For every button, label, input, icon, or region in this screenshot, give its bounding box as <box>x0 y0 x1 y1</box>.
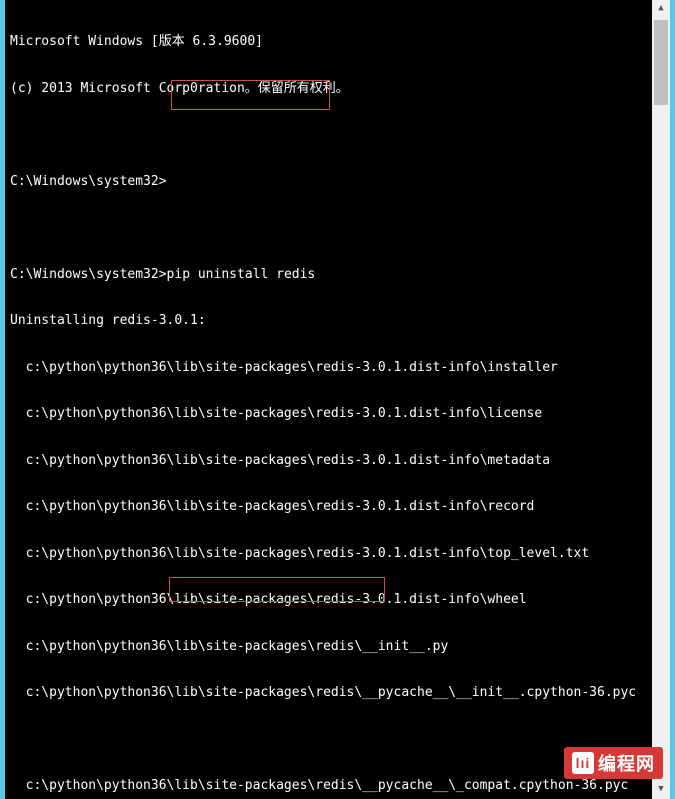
file-line: c:\python\python36\lib\site-packages\red… <box>10 639 665 655</box>
header-line-2: (c) 2013 Microsoft Corp0ration。保留所有权利。 <box>10 81 665 97</box>
watermark-text: 编程网 <box>598 750 655 776</box>
file-line: c:\python\python36\lib\site-packages\red… <box>10 406 665 422</box>
scrollbar-thumb[interactable] <box>654 20 668 105</box>
file-line: c:\python\python36\lib\site-packages\red… <box>10 499 665 515</box>
command-1: C:\Windows\system32>pip uninstall redis <box>10 267 665 283</box>
prompt-empty: C:\Windows\system32> <box>10 174 665 190</box>
terminal-window[interactable]: Microsoft Windows [版本 6.3.9600] (c) 2013… <box>5 0 670 799</box>
file-line: c:\python\python36\lib\site-packages\red… <box>10 546 665 562</box>
file-line: c:\python\python36\lib\site-packages\red… <box>10 592 665 608</box>
scrollbar-arrow-up-icon[interactable]: ▲ <box>652 0 670 18</box>
watermark-logo-icon: lıi <box>572 752 594 774</box>
file-line: c:\python\python36\lib\site-packages\red… <box>10 778 665 794</box>
scrollbar-arrow-down-icon[interactable]: ▼ <box>652 781 670 799</box>
scrollbar-vertical[interactable]: ▲ ▼ <box>652 0 670 799</box>
header-line-1: Microsoft Windows [版本 6.3.9600] <box>10 34 665 50</box>
file-line: c:\python\python36\lib\site-packages\red… <box>10 685 665 701</box>
site-watermark: lıi 编程网 <box>564 747 663 779</box>
command-text: pip uninstall redis <box>167 267 316 282</box>
file-line: c:\python\python36\lib\site-packages\red… <box>10 453 665 469</box>
file-line: c:\python\python36\lib\site-packages\red… <box>10 360 665 376</box>
prompt-text: C:\Windows\system32> <box>10 267 167 282</box>
uninstall-header: Uninstalling redis-3.0.1: <box>10 313 665 329</box>
